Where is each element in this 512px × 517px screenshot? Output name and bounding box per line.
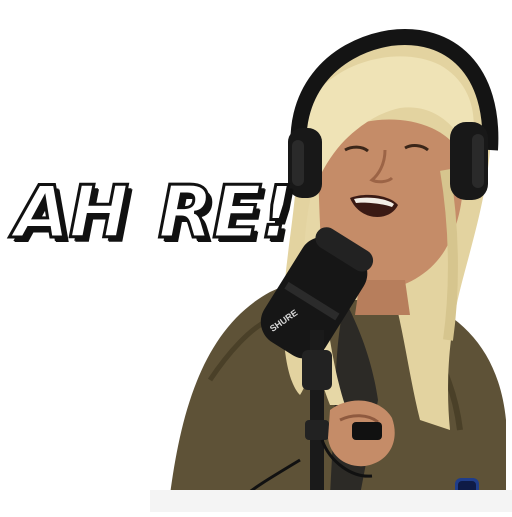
desk-edge bbox=[150, 490, 512, 512]
person-illustration: SHURE bbox=[150, 29, 512, 512]
caption-right: RE! bbox=[156, 170, 294, 254]
sticker-scene: SHURE AH RE! bbox=[0, 0, 512, 512]
caption-left: AH bbox=[13, 170, 131, 254]
